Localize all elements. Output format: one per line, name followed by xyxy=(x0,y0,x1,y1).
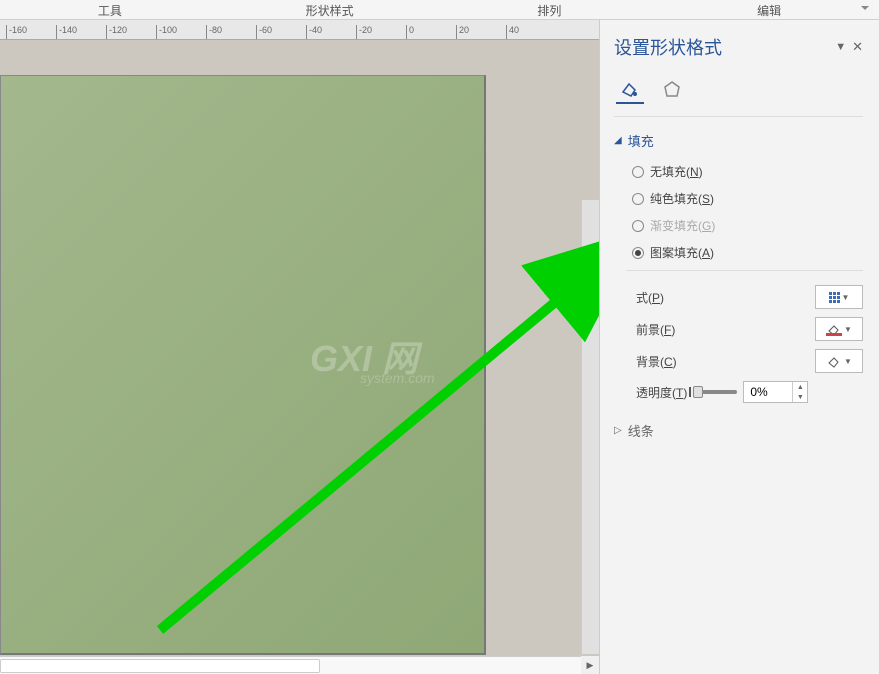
fill-none-radio[interactable]: 无填充(N) xyxy=(632,158,863,185)
slider-thumb[interactable] xyxy=(693,386,703,398)
canvas-area[interactable]: -160 -140 -120 -100 -80 -60 -40 -20 0 20… xyxy=(0,20,599,674)
tab-tools[interactable]: 工具 xyxy=(0,0,220,19)
scroll-right-button[interactable]: ▶ xyxy=(581,656,599,674)
panel-dropdown-icon[interactable]: ▼ xyxy=(835,41,846,53)
transparency-input[interactable] xyxy=(744,385,792,399)
horizontal-ruler: -160 -140 -120 -100 -80 -60 -40 -20 0 20… xyxy=(0,20,599,40)
pattern-grid-icon xyxy=(829,292,840,303)
transparency-spinner[interactable]: ▲ ▼ xyxy=(743,381,808,403)
background-label: 背景(C) xyxy=(636,353,677,370)
ruler-tick: 0 xyxy=(406,25,456,39)
vertical-scrollbar-thumb[interactable] xyxy=(582,200,599,654)
fill-line-tab-icon[interactable] xyxy=(616,76,644,104)
ruler-tick: 20 xyxy=(456,25,506,39)
fill-section-label: 填充 xyxy=(628,131,654,150)
line-section-header[interactable]: ▷ 线条 xyxy=(614,421,863,440)
fill-section-header[interactable]: ◢ 填充 xyxy=(614,131,863,150)
pattern-label: 式(P) xyxy=(636,289,664,306)
fill-gradient-radio: 渐变填充(G) xyxy=(632,212,863,239)
radio-icon xyxy=(632,193,644,205)
pattern-picker[interactable]: ▼ xyxy=(815,285,863,309)
spinner-down-icon[interactable]: ▼ xyxy=(793,392,807,402)
radio-icon xyxy=(632,166,644,178)
caret-down-icon: ◢ xyxy=(614,135,622,146)
tab-edit[interactable]: 编辑 xyxy=(659,0,879,19)
line-section-label: 线条 xyxy=(628,421,654,440)
panel-title: 设置形状格式 xyxy=(614,34,722,60)
background-color-picker[interactable]: ▼ xyxy=(815,349,863,373)
transparency-slider[interactable] xyxy=(693,390,737,394)
ruler-tick: -160 xyxy=(6,25,56,39)
radio-icon xyxy=(632,220,644,232)
tab-arrange[interactable]: 排列 xyxy=(440,0,660,19)
foreground-label: 前景(F) xyxy=(636,321,675,338)
ruler-tick: -140 xyxy=(56,25,106,39)
tab-shape-style[interactable]: 形状样式 xyxy=(220,0,440,19)
effects-tab-icon[interactable] xyxy=(658,76,686,104)
ruler-tick: -60 xyxy=(256,25,306,39)
spinner-up-icon[interactable]: ▲ xyxy=(793,382,807,392)
caret-right-icon: ▷ xyxy=(614,425,622,436)
ruler-tick: -120 xyxy=(106,25,156,39)
ruler-tick: -20 xyxy=(356,25,406,39)
fill-pattern-radio[interactable]: 图案填充(A) xyxy=(632,239,863,266)
vertical-scrollbar[interactable] xyxy=(581,200,599,654)
watermark-sub: system.com xyxy=(360,370,435,386)
transparency-label: 透明度(T) xyxy=(636,384,687,401)
ribbon-tabs: 工具 形状样式 排列 编辑 xyxy=(0,0,879,20)
foreground-color-picker[interactable]: ▼ xyxy=(815,317,863,341)
fill-solid-radio[interactable]: 纯色填充(S) xyxy=(632,185,863,212)
ruler-tick: -80 xyxy=(206,25,256,39)
ruler-tick: -40 xyxy=(306,25,356,39)
paint-bucket-icon xyxy=(826,354,842,368)
radio-checked-icon xyxy=(632,247,644,259)
paint-bucket-icon xyxy=(826,322,842,336)
panel-close-icon[interactable]: ✕ xyxy=(852,39,863,55)
horizontal-scrollbar[interactable] xyxy=(0,656,581,674)
format-shape-panel: 设置形状格式 ▼ ✕ ◢ 填充 无填充( xyxy=(599,20,879,674)
horizontal-scrollbar-thumb[interactable] xyxy=(0,659,320,673)
ruler-tick: 40 xyxy=(506,25,556,39)
ruler-tick: -100 xyxy=(156,25,206,39)
